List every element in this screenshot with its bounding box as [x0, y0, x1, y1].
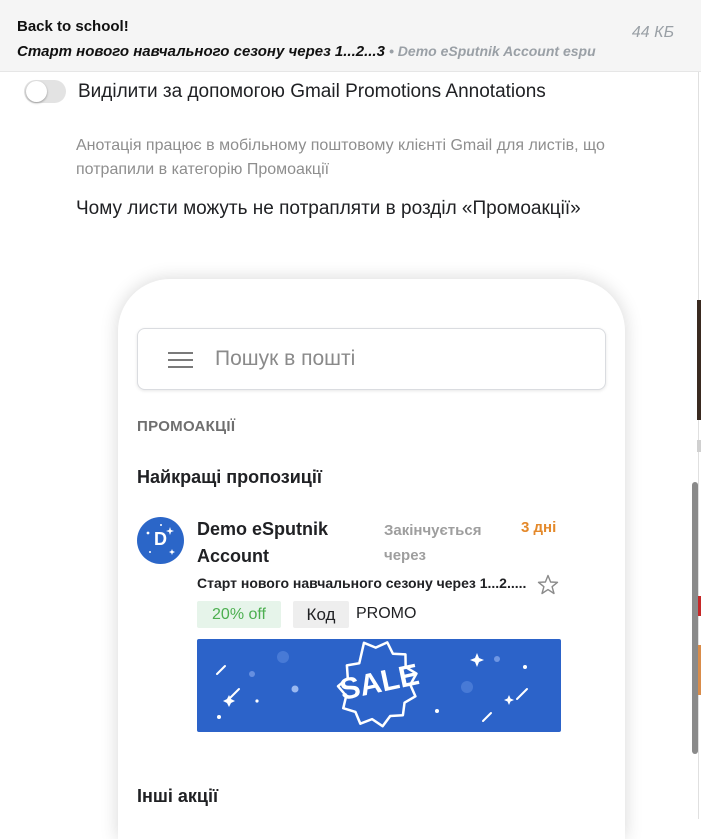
email-title: Back to school!	[17, 18, 129, 35]
star-icon[interactable]	[536, 573, 560, 597]
menu-icon[interactable]	[168, 352, 193, 368]
annotations-toggle[interactable]	[24, 80, 66, 103]
avatar-letter: D	[154, 529, 167, 549]
email-subject: Старт нового навчального сезону через 1.…	[17, 43, 385, 60]
promo-code: PROMO	[356, 605, 417, 622]
why-not-promotions-link[interactable]: Чому листи можуть не потрапляти в розділ…	[76, 198, 581, 220]
promo-sender-name: Demo eSputnik Account	[197, 519, 329, 566]
scrollbar-thumb[interactable]	[692, 482, 698, 754]
discount-badge: 20% off	[197, 601, 281, 628]
avatar: D	[137, 517, 184, 564]
email-header: Back to school! Старт нового навчального…	[0, 0, 701, 72]
sale-banner: SALE	[197, 639, 561, 732]
best-offers-heading: Найкращі пропозиції	[137, 467, 322, 487]
expires-label: Закінчується через	[384, 522, 482, 564]
email-sender: • Demo eSputnik Account espu	[389, 43, 596, 59]
other-offers-heading: Інші акції	[137, 786, 219, 806]
annotations-toggle-label[interactable]: Виділити за допомогою Gmail Promotions A…	[78, 81, 546, 103]
annotations-note: Анотація працює в мобільному поштовому к…	[76, 137, 605, 178]
background-edge	[697, 440, 701, 452]
background-edge	[697, 300, 701, 420]
search-bar[interactable]: Пошук в пошті	[137, 328, 606, 390]
sale-badge-graphic: SALE	[216, 641, 528, 728]
promotions-section-label: ПРОМОАКЦІЇ	[137, 418, 236, 435]
email-size: 44 КБ	[631, 24, 674, 41]
promo-subject: Старт нового навчального сезону через 1.…	[197, 575, 527, 591]
code-label: Код	[293, 601, 349, 628]
expires-days: 3 дні	[521, 519, 557, 536]
toggle-knob	[26, 81, 47, 102]
search-placeholder: Пошук в пошті	[215, 347, 356, 370]
